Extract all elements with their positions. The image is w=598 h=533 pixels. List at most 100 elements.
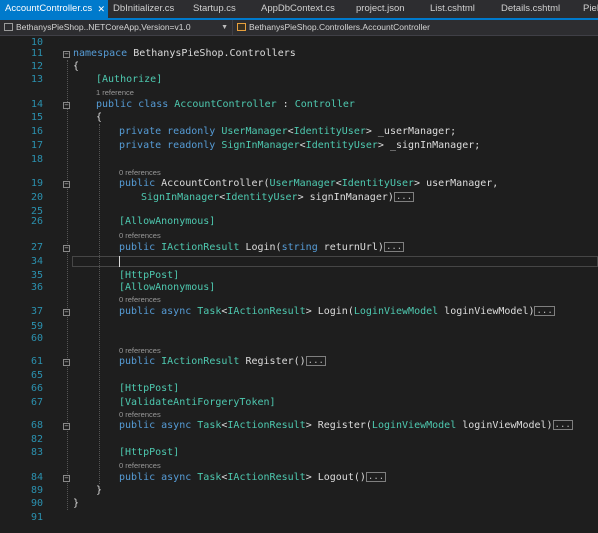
line-number: 12 bbox=[30, 61, 43, 72]
line-number: 35 bbox=[30, 270, 43, 281]
type-dropdown[interactable]: BethanysPieShop.Controllers.AccountContr… bbox=[233, 20, 598, 35]
code-attribute-allowanonymous: [AllowAnonymous] bbox=[119, 216, 216, 227]
codelens-registerpost-references[interactable]: 0 references bbox=[119, 410, 161, 419]
collapsed-region-ellipsis[interactable]: ... bbox=[383, 242, 405, 252]
code-text: returnUrl) bbox=[317, 242, 384, 253]
project-dropdown[interactable]: BethanysPieShop..NETCoreApp,Version=v1.0… bbox=[0, 20, 233, 35]
code-attribute-httppost: [HttpPost] bbox=[119, 447, 180, 458]
code-line-11: namespace BethanysPieShop.Controllers bbox=[73, 48, 296, 60]
code-keyword: public async bbox=[119, 472, 192, 483]
code-keyword: public bbox=[119, 356, 156, 367]
collapse-icon[interactable]: − bbox=[63, 102, 70, 109]
code-type: UserManager bbox=[269, 178, 336, 189]
line-number: 16 bbox=[30, 126, 43, 137]
collapse-icon[interactable]: − bbox=[63, 245, 70, 252]
line-number: 68 bbox=[30, 420, 43, 431]
line-number: 91 bbox=[30, 512, 43, 523]
line-number: 59 bbox=[30, 321, 43, 332]
code-text: AccountController( bbox=[155, 178, 270, 189]
code-line-17: private readonly SignInManager<IdentityU… bbox=[119, 140, 480, 152]
collapsed-region-ellipsis[interactable]: ... bbox=[393, 192, 415, 202]
code-type: Task bbox=[197, 420, 222, 431]
line-number: 37 bbox=[30, 306, 43, 317]
indent-guide bbox=[99, 124, 100, 484]
code-line-19: public AccountController(UserManager<Ide… bbox=[119, 178, 498, 190]
code-attribute-httppost: [HttpPost] bbox=[119, 383, 180, 394]
line-number: 89 bbox=[30, 485, 43, 496]
code-line-14: public class AccountController : Control… bbox=[96, 99, 355, 111]
chevron-down-icon: ▼ bbox=[221, 24, 228, 31]
close-icon[interactable]: ✕ bbox=[97, 0, 105, 18]
code-type: Task bbox=[197, 306, 222, 317]
line-number: 66 bbox=[30, 383, 43, 394]
code-line-61: public IActionResult Register()... bbox=[119, 356, 326, 368]
code-type: AccountController bbox=[174, 99, 277, 110]
code-type: IActionResult bbox=[161, 356, 240, 367]
code-keyword: public bbox=[119, 178, 156, 189]
collapse-icon[interactable]: − bbox=[63, 181, 70, 188]
tab-appdbcontext[interactable]: AppDbContext.cs bbox=[258, 0, 354, 18]
codelens-class-references[interactable]: 1 reference bbox=[96, 88, 134, 97]
line-number: 65 bbox=[30, 370, 43, 381]
line-number: 36 bbox=[30, 282, 43, 293]
tab-label: DbInitializer.cs bbox=[113, 3, 175, 14]
code-type: IActionResult bbox=[227, 472, 306, 483]
tab-label: PieD bbox=[583, 3, 598, 14]
line-number: 60 bbox=[30, 333, 43, 344]
tab-label: AccountController.cs bbox=[5, 3, 93, 14]
line-number: 83 bbox=[30, 447, 43, 458]
codelens-login-references[interactable]: 0 references bbox=[119, 231, 161, 240]
code-type: SignInManager bbox=[141, 192, 220, 203]
line-number: 18 bbox=[30, 154, 43, 165]
type-label: BethanysPieShop.Controllers.AccountContr… bbox=[249, 22, 430, 32]
code-line-90: } bbox=[73, 498, 80, 509]
tab-label: Details.cshtml bbox=[501, 3, 561, 14]
code-text: > signInManager) bbox=[297, 192, 394, 203]
code-type: UserManager bbox=[221, 126, 288, 137]
codelens-loginpost-references[interactable]: 0 references bbox=[119, 295, 161, 304]
tab-list-cshtml[interactable]: List.cshtml bbox=[425, 0, 497, 18]
code-type: IdentityUser bbox=[341, 178, 415, 189]
tab-project-json[interactable]: project.json bbox=[352, 0, 424, 18]
tab-accountcontroller[interactable]: AccountController.cs ✕ bbox=[0, 0, 108, 18]
collapse-icon[interactable]: − bbox=[63, 423, 70, 430]
tab-startup[interactable]: Startup.cs bbox=[190, 0, 260, 18]
tab-label: project.json bbox=[356, 3, 405, 14]
tab-details-cshtml[interactable]: Details.cshtml bbox=[496, 0, 578, 18]
code-text: Login( bbox=[239, 242, 282, 253]
codelens-ctor-references[interactable]: 0 references bbox=[119, 168, 161, 177]
code-type: Task bbox=[197, 472, 222, 483]
code-attribute-allowanonymous: [AllowAnonymous] bbox=[119, 282, 216, 293]
line-number: 84 bbox=[30, 472, 43, 483]
codelens-register-references[interactable]: 0 references bbox=[119, 346, 161, 355]
code-line-89: } bbox=[96, 485, 103, 496]
code-attribute-authorize: [Authorize] bbox=[96, 74, 163, 85]
collapsed-region-ellipsis[interactable]: ... bbox=[534, 306, 555, 316]
code-keyword: public async bbox=[119, 306, 192, 317]
code-type: LoginViewModel bbox=[353, 306, 439, 317]
code-line-27: public IActionResult Login(string return… bbox=[119, 242, 405, 254]
line-number: 20 bbox=[30, 192, 43, 203]
code-text: Register() bbox=[239, 356, 306, 367]
code-editor[interactable]: 10 11 12 13 14 15 16 17 18 19 20 25 26 2… bbox=[0, 36, 598, 533]
code-keyword: public class bbox=[96, 99, 169, 110]
tab-pied[interactable]: PieD bbox=[578, 0, 598, 18]
collapse-icon[interactable]: − bbox=[63, 475, 70, 482]
code-text: > userManager, bbox=[414, 178, 499, 189]
code-line-16: private readonly UserManager<IdentityUse… bbox=[119, 126, 456, 138]
collapse-icon[interactable]: − bbox=[63, 359, 70, 366]
collapsed-region-ellipsis[interactable]: ... bbox=[305, 356, 326, 366]
line-number: 15 bbox=[30, 112, 43, 123]
code-keyword: string bbox=[281, 242, 318, 253]
collapsed-region-ellipsis[interactable]: ... bbox=[552, 420, 573, 430]
collapse-icon[interactable]: − bbox=[63, 309, 70, 316]
code-text: > _userManager; bbox=[365, 126, 457, 137]
code-line-37: public async Task<IActionResult> Login(L… bbox=[119, 306, 555, 318]
code-type: SignInManager bbox=[221, 140, 300, 151]
collapsed-region-ellipsis[interactable]: ... bbox=[365, 472, 387, 482]
code-keyword: public async bbox=[119, 420, 192, 431]
collapse-icon[interactable]: − bbox=[63, 51, 70, 58]
tab-dbinitializer[interactable]: DbInitializer.cs bbox=[108, 0, 190, 18]
line-number: 34 bbox=[30, 256, 43, 267]
codelens-logout-references[interactable]: 0 references bbox=[119, 461, 161, 470]
